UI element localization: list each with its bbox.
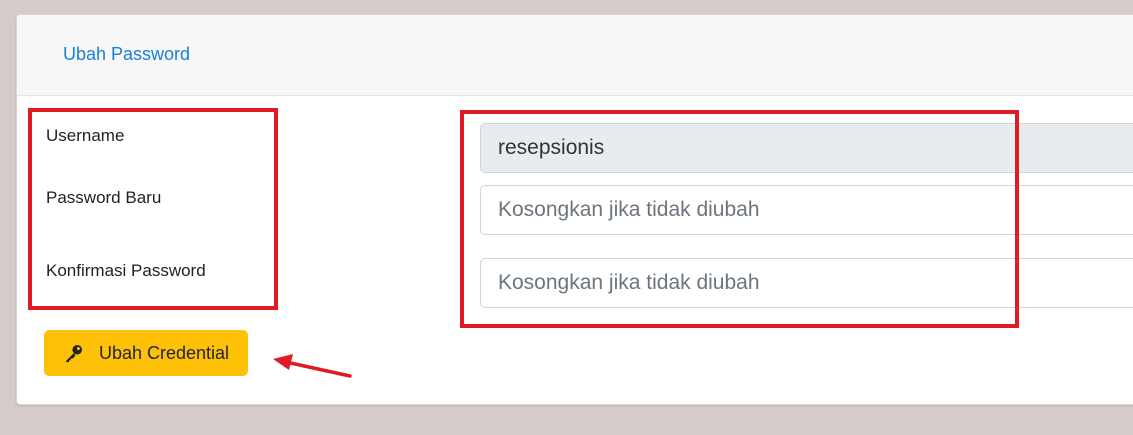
card-header: Ubah Password [17,15,1133,96]
highlight-inputs-box [460,110,1019,328]
ubah-credential-label: Ubah Credential [98,342,230,363]
annotation-arrow [273,354,352,378]
highlight-labels-box [28,108,278,310]
tab-ubah-password[interactable]: Ubah Password [63,44,190,65]
key-icon [66,345,82,363]
ubah-credential-button[interactable]: Ubah Credential [44,330,248,376]
